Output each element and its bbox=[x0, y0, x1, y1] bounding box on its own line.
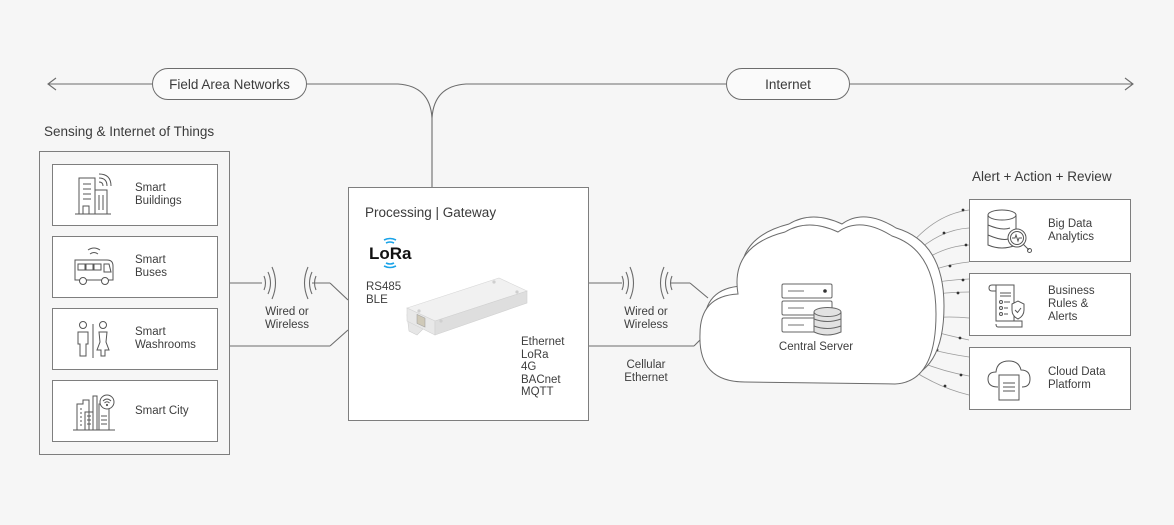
iot-section-title: Sensing & Internet of Things bbox=[44, 124, 215, 139]
right-wireless-label: Wired or Wireless bbox=[615, 306, 677, 332]
label-line-1: Smart bbox=[135, 254, 166, 266]
label-line-1: Smart City bbox=[135, 404, 189, 417]
iot-card-label: Smart Buildings bbox=[135, 182, 182, 208]
iot-card-smart-buildings: Smart Buildings bbox=[52, 164, 218, 226]
label-line-2: Ethernet bbox=[624, 372, 668, 384]
label-line-2: Washrooms bbox=[135, 339, 196, 351]
label-line-1: Big Data bbox=[1048, 217, 1093, 230]
analytics-icon bbox=[987, 209, 1032, 253]
wireless-out-icon bbox=[621, 266, 635, 300]
gateway-output-item: BACnet bbox=[521, 373, 561, 386]
rules-icon bbox=[988, 284, 1025, 327]
iot-card-label: Smart City bbox=[135, 405, 189, 418]
output-card-business-rules: Business Rules & Alerts bbox=[969, 273, 1131, 336]
bus-icon bbox=[74, 247, 114, 285]
iot-card-label: Smart Buses bbox=[135, 254, 167, 280]
label-line-1: Smart bbox=[135, 326, 166, 338]
iot-card-smart-washrooms: Smart Washrooms bbox=[52, 308, 218, 370]
network-curve-right bbox=[431, 83, 726, 119]
gateway-title: Processing | Gateway bbox=[365, 205, 497, 220]
gateway-panel: Processing | Gateway RS485 BLE Ethernet … bbox=[348, 187, 589, 421]
gateway-input-item: RS485 bbox=[366, 281, 402, 293]
internet-text: Internet bbox=[765, 76, 811, 92]
left-connection-label: Wired or Wireless bbox=[256, 306, 318, 332]
output-card-label: Business Rules & Alerts bbox=[1048, 285, 1095, 324]
network-curve-left bbox=[306, 83, 433, 119]
label-line-2: Rules & bbox=[1048, 298, 1089, 310]
iot-card-smart-buses: Smart Buses bbox=[52, 236, 218, 298]
iot-card-smart-city: Smart City bbox=[52, 380, 218, 442]
label-line-1: Cloud Data bbox=[1048, 365, 1106, 378]
output-card-cloud-data-platform: Cloud Data Platform bbox=[969, 347, 1131, 410]
gateway-output-item: MQTT bbox=[521, 386, 554, 398]
label-line-1: Wired or bbox=[624, 306, 668, 318]
lora-logo: LoRa bbox=[369, 237, 412, 269]
label-line-1: Smart bbox=[135, 182, 166, 194]
label-line-1: Business bbox=[1048, 285, 1095, 297]
gateway-device-image bbox=[406, 277, 528, 336]
label-line-1: Wired or bbox=[265, 306, 309, 318]
wireless-in-icon bbox=[659, 266, 673, 300]
label-line-2: Platform bbox=[1048, 378, 1091, 391]
label-line-2: Wireless bbox=[264, 319, 310, 331]
output-section-title: Alert + Action + Review bbox=[972, 169, 1112, 184]
iot-card-label: Smart Washrooms bbox=[135, 326, 196, 352]
right-wired-label: Cellular Ethernet bbox=[612, 359, 680, 385]
field-area-networks-label: Field Area Networks bbox=[152, 68, 307, 100]
building-icon bbox=[75, 173, 112, 215]
wireless-in-icon bbox=[303, 266, 317, 300]
wireless-out-icon bbox=[263, 266, 277, 300]
output-card-label: Big Data Analytics bbox=[1048, 218, 1094, 244]
label-line-1: Cellular bbox=[626, 359, 666, 371]
gateway-inputs: RS485 BLE bbox=[366, 281, 401, 306]
cloud-data-icon bbox=[987, 359, 1031, 400]
label-line-3: Alerts bbox=[1048, 311, 1078, 323]
internet-label: Internet bbox=[726, 68, 850, 100]
washroom-icon bbox=[77, 321, 110, 358]
label-line-2: Analytics bbox=[1048, 230, 1095, 243]
central-server-label: Central Server bbox=[778, 341, 854, 353]
server-database-icon bbox=[781, 283, 842, 336]
output-card-big-data-analytics: Big Data Analytics bbox=[969, 199, 1131, 262]
field-area-networks-text: Field Area Networks bbox=[169, 76, 290, 92]
gateway-input-item: BLE bbox=[366, 293, 388, 306]
label-line-2: Buildings bbox=[135, 195, 182, 207]
label-line-2: Wireless bbox=[623, 319, 669, 331]
city-icon bbox=[73, 394, 115, 431]
output-card-label: Cloud Data Platform bbox=[1048, 366, 1106, 392]
label-line-2: Buses bbox=[135, 267, 167, 279]
lora-logo-text: LoRa bbox=[369, 244, 412, 263]
